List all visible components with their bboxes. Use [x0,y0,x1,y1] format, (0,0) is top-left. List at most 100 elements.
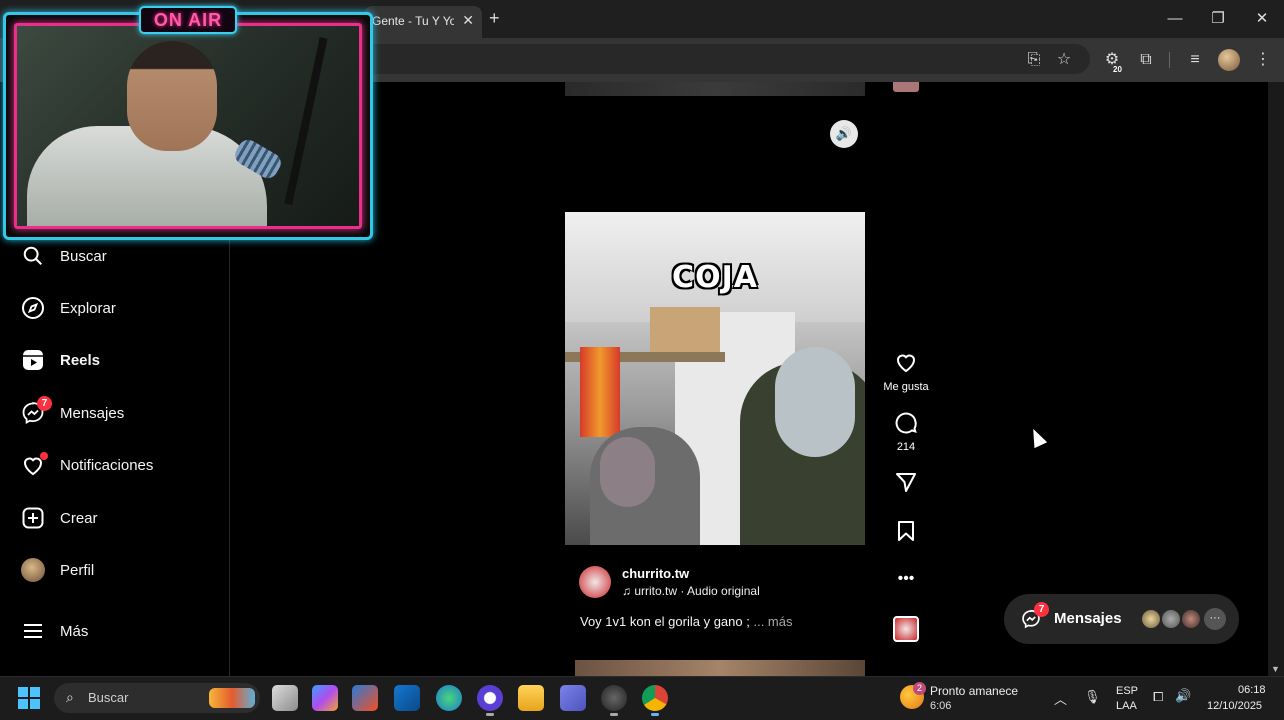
sidebar-item-buscar[interactable]: Buscar [20,240,107,272]
obs-icon[interactable] [477,685,503,716]
clock-date[interactable]: 12/10/2025 [1207,700,1262,712]
sidebar-item-crear[interactable]: Crear [20,502,98,534]
search-icon [20,243,46,269]
teams-icon[interactable] [560,685,586,711]
tab-close-icon[interactable]: ✕ [462,12,474,29]
contact-avatar [1180,608,1202,630]
browser-menu-icon[interactable]: ⋮ [1252,49,1274,71]
clock-time[interactable]: 06:18 [1238,684,1266,696]
author-username[interactable]: churrito.tw [622,566,689,581]
notification-dot [40,452,48,460]
sidebar-item-notificaciones[interactable]: Notificaciones [20,449,153,481]
send-icon [880,470,932,499]
taskbar: ⌕ Buscar 2 Pronto amanece 6:06 ︿ 🎙 ESP L… [0,676,1284,720]
author-avatar[interactable] [579,566,611,598]
more-options-button[interactable]: ••• [880,567,932,591]
reel-video[interactable]: COJA [565,212,865,545]
toolbar-divider [1169,52,1170,68]
taskbar-search-label: Buscar [88,690,129,705]
sidebar-item-explorar[interactable]: Explorar [20,292,116,324]
microphone-icon[interactable]: 🎙 [1084,689,1101,705]
search-highlight-image [209,688,255,708]
like-button[interactable]: Me gusta [880,350,932,393]
save-button[interactable] [880,519,932,548]
weather-title[interactable]: Pronto amanece [930,684,1018,698]
copilot-icon[interactable] [312,685,338,711]
reel-overlay-text: COJA [672,260,758,295]
sidebar-item-label: Mensajes [60,404,125,422]
webcam-feed [14,23,362,229]
caption-more-link[interactable]: ... más [753,614,792,629]
install-app-icon[interactable]: ⎘ [1023,49,1045,71]
sidebar-item-perfil[interactable]: Perfil [20,554,94,586]
more-dots-icon: ••• [897,570,915,587]
contact-avatar [1140,608,1162,630]
extension-badge: 20 [1113,65,1122,74]
volume-icon[interactable]: 🔊 [1175,688,1191,704]
tray-chevron-icon[interactable]: ︿ [1054,689,1067,708]
webcam-overlay [3,12,373,240]
network-icon[interactable]: ⧠ [1153,689,1163,705]
page-scrollbar[interactable]: ▼ [1268,82,1284,676]
media-controls-icon[interactable]: ≡ [1184,49,1206,71]
reel-caption: Voy 1v1 kon el gorila y gano ; ... más [580,614,792,629]
on-air-sign: ON AIR [139,6,237,34]
comments-count: 214 [896,441,916,453]
sidebar-item-label: Más [60,622,89,640]
browser-tab[interactable]: Gente - Tu Y Yo ✕ [364,6,482,38]
taskbar-search[interactable]: ⌕ Buscar [54,683,260,713]
file-explorer-icon[interactable] [518,685,544,711]
audio-link[interactable]: ♫ urrito.tw · Audio original [622,584,760,598]
reel-info: churrito.tw ♫ urrito.tw · Audio original… [565,560,865,660]
maximize-button[interactable]: ❐ [1208,9,1228,29]
audio-thumbnail[interactable] [893,616,919,642]
sidebar-item-label: Perfil [60,561,95,579]
sidebar-item-mas[interactable]: Más [20,615,88,647]
sidebar-item-reels[interactable]: Reels [20,344,100,376]
new-tab-button[interactable]: + [489,8,500,28]
like-label: Me gusta [883,381,929,393]
keyboard-layout[interactable]: LAA [1116,700,1137,712]
outlook-icon[interactable] [394,685,420,711]
messages-badge: 7 [37,396,52,411]
previous-reel-audio-thumb[interactable] [893,82,919,92]
contact-avatar [1160,608,1182,630]
weather-badge: 2 [913,682,926,695]
compass-icon [20,295,46,321]
more-contacts-icon: ··· [1204,608,1226,630]
reels-icon [20,347,46,373]
extensions-puzzle-icon[interactable]: ⧉ [1135,49,1157,71]
extension-icon[interactable]: ⚙ 20 [1101,49,1123,74]
heart-icon [880,350,932,379]
mouse-cursor [1026,425,1048,449]
audio-label: urrito.tw · Audio original [634,584,760,598]
messenger-icon: 7 [20,396,52,426]
tab-title: Gente - Tu Y Yo [372,14,454,28]
bookmark-star-icon[interactable]: ☆ [1053,49,1075,71]
profile-avatar[interactable] [1218,49,1240,71]
previous-reel-preview[interactable] [565,82,865,96]
close-window-button[interactable]: ✕ [1252,9,1272,29]
sidebar-item-label: Reels [60,351,101,369]
messages-pill[interactable]: 7 Mensajes ··· [1004,594,1239,644]
windows-start-icon[interactable] [18,687,40,709]
language-indicator[interactable]: ESP [1116,685,1138,697]
share-button[interactable] [880,470,932,499]
sidebar-item-label: Notificaciones [60,456,154,474]
app-icon[interactable] [601,685,627,716]
edge-icon[interactable] [436,685,462,711]
next-reel-preview[interactable] [575,660,865,676]
sidebar-item-mensajes[interactable]: 7 Mensajes [20,396,125,429]
on-air-label: ON AIR [153,10,223,30]
minimize-button[interactable]: — [1165,9,1185,29]
comments-button[interactable]: 214 [880,410,932,453]
plus-square-icon [20,505,46,531]
address-bar[interactable] [360,44,1090,74]
menu-icon [20,618,46,644]
comment-icon [880,410,932,439]
task-view-icon[interactable] [272,685,298,711]
microsoft-store-icon[interactable] [352,685,378,711]
scroll-down-icon[interactable]: ▼ [1271,664,1280,674]
chrome-icon[interactable] [642,685,668,716]
sound-toggle-icon[interactable]: 🔊 [830,120,858,148]
